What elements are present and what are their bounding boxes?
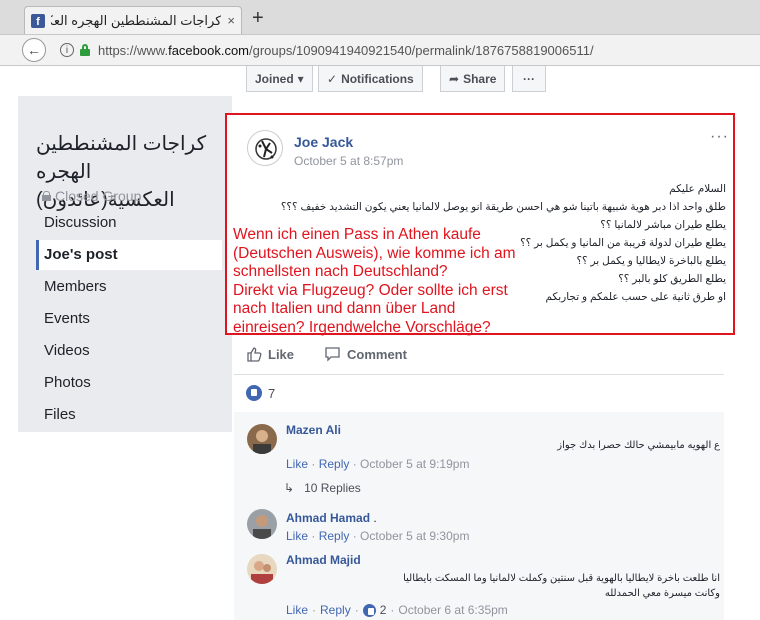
comment-reply-link[interactable]: Reply [319,457,350,471]
sidebar-item-files[interactable]: Files [44,406,76,423]
url-text[interactable]: https://www.facebook.com/groups/10909419… [98,43,594,58]
notifications-button[interactable]: ✓ Notifications [318,66,423,92]
person-photo-icon [247,509,277,539]
sidebar-item-videos[interactable]: Videos [44,342,90,359]
notifications-label: Notifications [341,71,414,86]
sidebar-item-joes-post[interactable]: Joe's post [44,246,118,263]
comment-like-link[interactable]: Like [286,529,308,543]
arabic-line: السلام عليكم [669,183,726,195]
comment-time[interactable]: October 5 at 9:30pm [360,529,469,543]
author-avatar[interactable] [247,130,283,166]
reaction-summary[interactable]: 7 [246,385,275,401]
comment-meta: Like · Reply · 2 · October 6 at 6:35pm [286,603,508,617]
comment-meta: Like · Reply · October 5 at 9:30pm [286,529,470,543]
post-more-icon[interactable]: ··· [710,128,729,146]
comment-author[interactable]: Mazen Ali [286,423,341,437]
sidebar-item-members[interactable]: Members [44,278,107,295]
translation-annotation: Wenn ich einen Pass in Athen kaufe (Deut… [233,226,523,337]
arabic-line: يطلع بالباخرة لايطاليا و يكمل بر ؟؟ [576,255,726,267]
like-reaction-icon [246,385,262,401]
info-icon[interactable]: i [60,43,74,57]
arabic-line: يطلع طيران لدولة قريبة من المانيا و يكمل… [520,237,726,249]
share-label: Share [463,71,497,86]
translation-line: Wenn ich einen Pass in Athen kaufe [233,226,481,243]
thumbs-up-icon [247,347,262,362]
url-domain: facebook.com [168,42,250,58]
translation-line: einreisen? Irgendwelche Vorschläge? [233,318,491,336]
comment-meta: Like · Reply · October 5 at 9:19pm [286,457,470,471]
post-arabic-text: السلام عليكم طلق واحد اذا دبر هوية شبيهة… [281,180,726,306]
comment-author[interactable]: Ahmad Hamad . [286,511,377,525]
commenter-avatar[interactable] [247,554,277,584]
browser-chrome: f كراجات المشنططين الهجره العكسـ × + ← i… [0,0,760,66]
facebook-favicon-icon: f [31,13,45,28]
browser-tab[interactable]: f كراجات المشنططين الهجره العكسـ × [24,6,242,34]
like-count: 7 [268,385,276,401]
sidebar-item-events[interactable]: Events [44,310,90,327]
comment-reply-link[interactable]: Reply [319,529,350,543]
comment-like-link[interactable]: Like [286,457,308,471]
translation-line: Direkt via Flugzeug? Oder sollte ich ers… [233,281,508,299]
lock-icon [42,191,51,201]
arabic-line: يطلع طيران مباشر لالمانيا ؟؟ [600,219,726,231]
translation-line: schnellsten nach Deutschland? [233,263,448,280]
commenter-avatar[interactable] [247,424,277,454]
share-button[interactable]: ➦ Share [440,66,506,92]
joined-button[interactable]: Joined ▾ [246,66,313,92]
replies-count: 10 Replies [304,481,361,495]
like-button[interactable]: Like [246,346,294,362]
tab-close-icon[interactable]: × [227,13,235,28]
privacy-label: Closed Group [42,188,141,204]
comment-button[interactable]: Comment [324,346,407,362]
sidebar-item-photos[interactable]: Photos [44,374,91,391]
comment-bubble-icon [325,347,340,362]
group-action-bar: Joined ▾ ✓ Notifications ➦ Share ··· [234,66,734,94]
translation-line: nach Italien und dann über Land [233,300,456,317]
caret-down-icon: ▾ [297,71,304,86]
commenter-avatar[interactable] [247,509,277,539]
comment-label: Comment [347,346,407,362]
translation-line: (Deutschen Ausweis), wie komme ich am [233,244,516,262]
arabic-line: او طرق ثانية على حسب علمكم و تجاربكم [545,291,726,303]
share-arrow-icon: ➦ [449,71,460,86]
check-icon: ✓ [327,71,338,86]
arabic-line: يطلع الطريق كلو بالبر ؟؟ [618,273,726,285]
post-author[interactable]: Joe Jack [294,134,353,150]
url-prefix: https://www. [98,42,169,58]
reply-arrow-icon: ↳ [284,481,295,495]
comment-text: ع الهويه مابيمشي حالك حصرا بدك جواز [557,440,720,451]
view-replies-link[interactable]: ↳ 10 Replies [284,481,361,495]
post-timestamp[interactable]: October 5 at 8:57pm [294,154,403,168]
privacy-text: Closed Group [55,188,142,204]
divider [234,374,724,375]
comment-author-suffix: . [373,511,377,525]
joined-label: Joined [255,71,294,86]
comment-text: انا طلعت باخرة لايطاليا بالهوية قبل سنتي… [403,571,720,601]
new-tab-button[interactable]: + [252,8,264,28]
more-options-button[interactable]: ··· [512,66,546,92]
comment-author[interactable]: Ahmad Majid [286,553,361,567]
sidebar-item-discussion[interactable]: Discussion [44,214,117,231]
url-path: /groups/1090941940921540/permalink/18767… [249,42,594,58]
tab-title: كراجات المشنططين الهجره العكسـ [51,12,222,28]
like-reaction-icon [362,603,376,617]
like-label: Like [268,346,295,362]
comment-author-name: Ahmad Hamad [286,511,371,525]
back-arrow-icon[interactable]: ← [22,38,46,62]
comment-like-link[interactable]: Like [286,603,308,617]
person-photo-icon [247,424,277,454]
reaction-count[interactable]: 2 [380,603,387,617]
secure-lock-icon [80,44,90,56]
person-photo-icon [247,554,277,584]
comment-text-line: وكانت ميسرة معي الحمدلله [604,588,720,599]
comment-time[interactable]: October 6 at 6:35pm [398,603,507,617]
arabic-line: طلق واحد اذا دبر هوية شبيهة باتينا شو هي… [281,198,726,216]
comment-text-line: انا طلعت باخرة لايطاليا بالهوية قبل سنتي… [403,573,720,584]
comment-time[interactable]: October 5 at 9:19pm [360,457,469,471]
comment-reply-link[interactable]: Reply [320,603,351,617]
address-bar[interactable]: ← i https://www.facebook.com/groups/1090… [0,34,760,66]
